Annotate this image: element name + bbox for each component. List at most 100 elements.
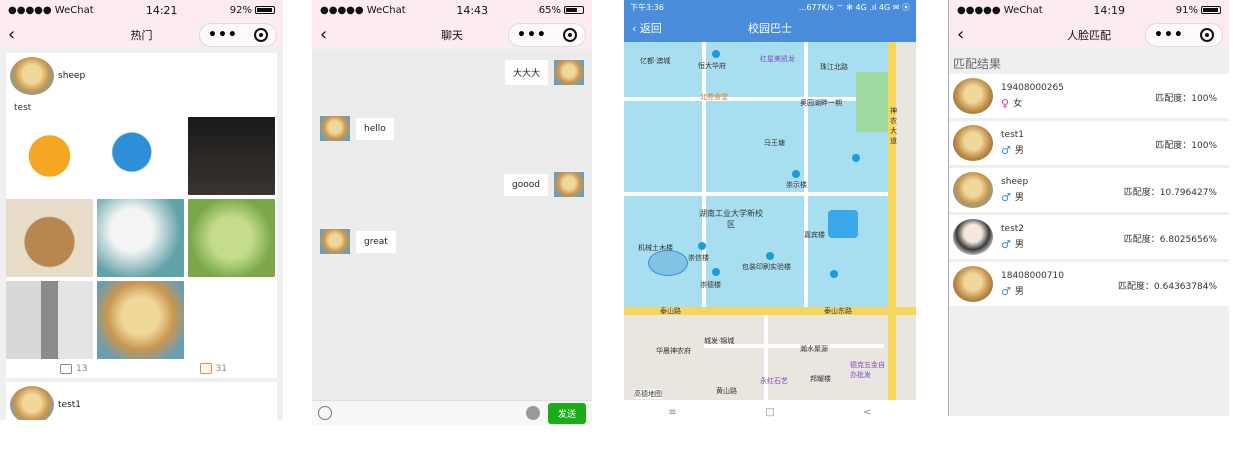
match-row[interactable]: 18408000710 ♂ 男 匹配度：0.64363784% bbox=[949, 262, 1229, 306]
image-thumb[interactable] bbox=[97, 281, 184, 359]
map-label: 华晨神农府 bbox=[656, 347, 691, 355]
message-bubble[interactable]: 大大大 bbox=[504, 60, 548, 85]
post-author: sheep bbox=[6, 57, 277, 95]
location-marker-icon[interactable] bbox=[648, 250, 688, 276]
chat-message-left: hello bbox=[320, 116, 394, 141]
image-thumb[interactable] bbox=[97, 199, 184, 277]
section-title: 匹配结果 bbox=[953, 57, 1002, 71]
status-info: ...677K/s ⌔ ✻ 4G .ıl 4G ✉ ⦿ bbox=[798, 2, 910, 12]
map-label: 奥园湖畔一期 bbox=[800, 99, 842, 107]
more-icon[interactable]: ••• bbox=[208, 27, 238, 43]
image-thumb[interactable] bbox=[6, 117, 93, 195]
map-label: 崇德楼 bbox=[700, 281, 721, 289]
voice-icon[interactable] bbox=[318, 406, 332, 420]
avatar[interactable] bbox=[320, 229, 350, 254]
like-button[interactable]: 31 bbox=[199, 363, 227, 374]
back-nav-icon[interactable]: < bbox=[863, 407, 871, 418]
map-label: 恒大华府 bbox=[698, 62, 726, 70]
username: sheep bbox=[58, 71, 86, 81]
map-poi-icon[interactable] bbox=[766, 252, 774, 260]
close-target-icon[interactable] bbox=[253, 28, 268, 42]
top-bar: ●●●●● WeChat 14:21 92% ‹ 热门 ••• bbox=[0, 0, 283, 49]
clock: 14:43 bbox=[456, 4, 489, 17]
menu-icon[interactable]: ≡ bbox=[668, 407, 676, 418]
nav-bar: ‹ 热门 ••• bbox=[0, 21, 283, 49]
map-label: 神农大道 bbox=[890, 107, 897, 145]
match-name: sheep bbox=[1001, 177, 1029, 187]
send-button[interactable]: 发送 bbox=[547, 402, 586, 424]
male-icon: ♂ bbox=[1001, 285, 1011, 298]
android-nav-bar: ≡ □ < bbox=[624, 400, 916, 425]
map-label: 嘉宾楼 bbox=[804, 231, 825, 239]
map-label: 城发·锦城 bbox=[704, 337, 735, 345]
match-row[interactable]: test2 ♂ 男 匹配度：6.8025656% bbox=[949, 215, 1229, 259]
avatar[interactable] bbox=[10, 57, 54, 95]
battery: 91% bbox=[1176, 5, 1221, 16]
match-row[interactable]: test1 ♂ 男 匹配度：100% bbox=[949, 121, 1229, 165]
image-thumb[interactable] bbox=[6, 199, 93, 277]
map-label: 崇信楼 bbox=[688, 254, 709, 262]
message-bubble[interactable]: hello bbox=[356, 117, 394, 140]
match-name: 18408000710 bbox=[1001, 271, 1064, 281]
post-card[interactable]: sheep test 13 31 bbox=[6, 53, 277, 378]
avatar[interactable] bbox=[10, 386, 54, 420]
male-icon: ♂ bbox=[1001, 238, 1011, 251]
nav-bar: ‹ 聊天 ••• bbox=[312, 21, 592, 49]
chat-message-right: 大大大 bbox=[504, 60, 584, 85]
map-poi-icon[interactable] bbox=[830, 270, 838, 278]
more-icon[interactable]: ••• bbox=[517, 27, 547, 43]
emoji-icon[interactable] bbox=[525, 406, 540, 420]
image-thumb[interactable] bbox=[188, 117, 275, 195]
gender: ♂ 男 bbox=[1001, 144, 1024, 157]
post-card[interactable]: test1 bbox=[6, 382, 277, 420]
post-author: test1 bbox=[6, 386, 277, 420]
match-name: 19408000265 bbox=[1001, 83, 1064, 93]
status-bar: 下午3:36 ...677K/s ⌔ ✻ 4G .ıl 4G ✉ ⦿ bbox=[624, 0, 916, 14]
map-poi-icon[interactable] bbox=[712, 268, 720, 276]
map-label: 北苑食堂 bbox=[700, 93, 728, 101]
back-icon[interactable]: ‹ bbox=[957, 26, 973, 44]
avatar[interactable] bbox=[554, 172, 584, 197]
match-score: 匹配度：10.796427% bbox=[1123, 188, 1217, 198]
image-thumb[interactable] bbox=[188, 199, 275, 277]
map-view[interactable]: 亿都·澳城 恒大华府 红星美凯龙 珠江北路 北苑食堂 奥园湖畔一期 马王塘 崇示… bbox=[624, 42, 916, 400]
avatar bbox=[953, 219, 993, 255]
message-bubble[interactable]: goood bbox=[504, 173, 548, 196]
comment-button[interactable]: 13 bbox=[60, 363, 87, 374]
close-target-icon[interactable] bbox=[562, 28, 577, 42]
more-icon[interactable]: ••• bbox=[1154, 27, 1184, 43]
back-icon[interactable]: ‹ bbox=[8, 26, 24, 44]
image-thumb[interactable] bbox=[97, 117, 184, 195]
male-icon: ♂ bbox=[1001, 191, 1011, 204]
page-title: 校园巴士 bbox=[748, 22, 792, 35]
map-label: 泰山路 bbox=[660, 307, 681, 315]
gender: ♂ 男 bbox=[1001, 238, 1024, 251]
map-poi-icon[interactable] bbox=[852, 154, 860, 162]
map-poi-icon[interactable] bbox=[792, 170, 800, 178]
map-poi-icon[interactable] bbox=[712, 50, 720, 58]
match-row[interactable]: sheep ♂ 男 匹配度：10.796427% bbox=[949, 168, 1229, 212]
nav-bar: ‹ 返回 校园巴士 bbox=[624, 14, 916, 42]
comment-icon bbox=[60, 363, 72, 374]
message-bubble[interactable]: great bbox=[356, 230, 396, 253]
close-target-icon[interactable] bbox=[1199, 28, 1214, 42]
thumb-up-icon bbox=[199, 363, 212, 374]
match-name: test1 bbox=[1001, 130, 1025, 140]
back-icon[interactable]: ‹ bbox=[320, 26, 336, 44]
match-name: test2 bbox=[1001, 224, 1025, 234]
match-score: 匹配度：6.8025656% bbox=[1123, 235, 1217, 245]
avatar[interactable] bbox=[320, 116, 350, 141]
match-row[interactable]: 19408000265 ♀ 女 匹配度：100% bbox=[949, 74, 1229, 118]
carrier: ●●●●● WeChat bbox=[957, 5, 1043, 16]
match-score: 匹配度：100% bbox=[1155, 141, 1217, 151]
map-label: 包装印刷实验楼 bbox=[742, 263, 791, 271]
map-label: 红星美凯龙 bbox=[760, 55, 795, 63]
image-thumb[interactable] bbox=[6, 281, 93, 359]
image-grid bbox=[6, 117, 277, 359]
avatar[interactable] bbox=[554, 60, 584, 85]
map-label: 黄山路 bbox=[716, 387, 737, 395]
map-label: 湖南工业大学新校区 bbox=[699, 209, 763, 229]
capsule-menu: ••• bbox=[1145, 23, 1223, 47]
map-poi-icon[interactable] bbox=[698, 242, 706, 250]
home-icon[interactable]: □ bbox=[765, 407, 774, 418]
